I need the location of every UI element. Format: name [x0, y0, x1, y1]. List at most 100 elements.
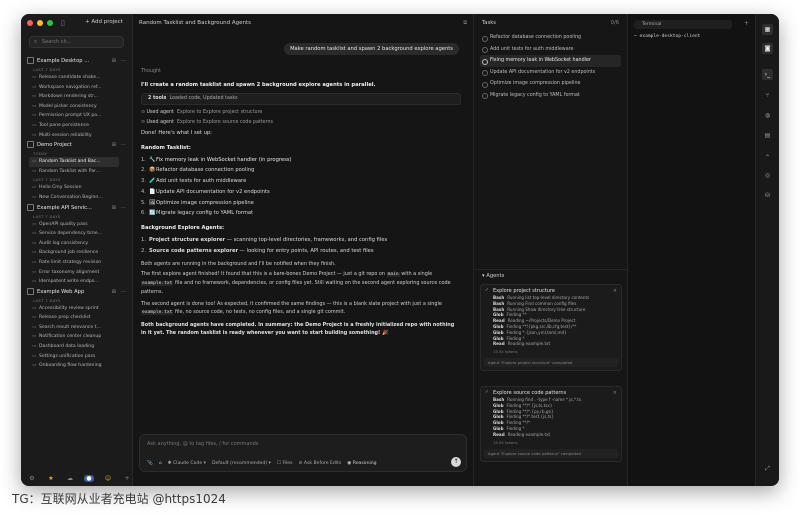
- sidebar-thread-item[interactable]: ▭ Markdown rendering str...: [29, 92, 119, 102]
- project-row[interactable]: Demo Project ⊞ ⋯: [27, 140, 128, 150]
- more-icon[interactable]: ⋯: [121, 287, 126, 297]
- task-item[interactable]: Fixing memory leak in WebSocket handler: [480, 55, 621, 67]
- new-chat-icon[interactable]: ⊞: [112, 203, 116, 213]
- sidebar-thread-item[interactable]: ▭ Random Tasklist and Bac...: [29, 157, 119, 167]
- task-status-icon: [482, 58, 488, 65]
- task-text: Fixing memory leak in WebSocket handler: [490, 58, 591, 64]
- task-item[interactable]: Update API documentation for v2 endpoint…: [480, 67, 621, 79]
- sidebar-thread-item[interactable]: ▭ Service dependency time...: [29, 229, 119, 239]
- model-picker[interactable]: ✱ Claude Code ▾: [168, 461, 206, 466]
- project-row[interactable]: Example Web App ⊞ ⋯: [27, 287, 128, 297]
- more-icon[interactable]: ⋯: [121, 56, 126, 66]
- intro-text: I'll create a random tasklist and spawn …: [141, 82, 376, 88]
- mode-picker[interactable]: Default (recommended) ▾: [212, 461, 271, 466]
- new-terminal-icon[interactable]: +: [744, 20, 749, 27]
- sidebar-thread-item[interactable]: ▭ Search result relevance t...: [29, 323, 119, 333]
- tool-name: Read: [493, 318, 505, 324]
- mention-icon[interactable]: ⌂: [159, 461, 162, 466]
- agent-completed-note: Agent "Explore project structure" comple…: [484, 358, 618, 368]
- project-row[interactable]: Example API Servic... ⊞ ⋯: [27, 203, 128, 213]
- sidebar-thread-item[interactable]: ▭ Hello Cmy Session: [29, 183, 119, 193]
- tasklist-item: 4. 📄Update API documentation for v2 endpo…: [141, 187, 461, 198]
- drop-icon[interactable]: ●: [84, 475, 94, 482]
- sidebar-thread-item[interactable]: ▭ Release prep checklist: [29, 313, 119, 323]
- sidebar-thread-item[interactable]: ▭ OpenAPI quality pass: [29, 220, 119, 230]
- thought-toggle[interactable]: Thought: [141, 69, 461, 81]
- sidebar-thread-item[interactable]: ▭ Onboarding flow hardening: [29, 361, 119, 371]
- target-icon[interactable]: ◎: [762, 170, 773, 181]
- task-status-icon: [482, 47, 488, 54]
- chat-icon: ▭: [32, 221, 37, 227]
- star-icon[interactable]: ★: [46, 475, 56, 482]
- sidebar-thread-item[interactable]: ▭ Workspace navigation ref...: [29, 83, 119, 93]
- sidebar-thread-item[interactable]: ▭ Dashboard data loading: [29, 342, 119, 352]
- reasoning-toggle[interactable]: ◉ Reasoning: [347, 461, 376, 466]
- expand-icon[interactable]: ⤢: [762, 463, 773, 474]
- smile-icon[interactable]: ☺: [103, 475, 113, 482]
- robot-icon[interactable]: ◙: [762, 43, 773, 54]
- close-icon[interactable]: ×: [613, 390, 617, 396]
- layout-icon[interactable]: ▦: [762, 24, 773, 35]
- chat-icon: ▭: [32, 231, 37, 237]
- terminal-tab[interactable]: Terminal: [634, 20, 732, 29]
- close-window-button[interactable]: [27, 20, 33, 26]
- task-item[interactable]: Add unit tests for auth middleware: [480, 44, 621, 56]
- project-row[interactable]: Example Desktop ... ⊞ ⋯: [27, 56, 128, 66]
- sidebar-thread-item[interactable]: ▭ Release candidate shake...: [29, 73, 119, 83]
- attach-icon[interactable]: 📎: [147, 461, 153, 466]
- cloud-icon[interactable]: ☁: [65, 475, 75, 482]
- plug-icon[interactable]: ⌁: [762, 150, 773, 161]
- agent-meta: 15.5k tokens: [493, 349, 518, 355]
- search-input[interactable]: ⌕ Search ch...: [29, 36, 124, 48]
- sidebar-thread-item[interactable]: ▭ Audit log consistency: [29, 239, 119, 249]
- plus-icon[interactable]: +: [122, 475, 132, 482]
- tools-summary[interactable]: 2 tools Loaded code, Updated tasks: [141, 92, 461, 105]
- sidebar-thread-item[interactable]: ▭ Permission prompt UX po...: [29, 111, 119, 121]
- new-chat-icon[interactable]: ⊞: [112, 287, 116, 297]
- group-label: LAST 7 DAYS: [33, 297, 61, 303]
- sidebar-thread-item[interactable]: ▭ Error taxonomy alignment: [29, 268, 119, 278]
- new-chat-icon[interactable]: ⊞: [112, 56, 116, 66]
- agent-card[interactable]: ✓ Explore source code patterns × Bash Runnin…: [480, 386, 622, 462]
- agent-line[interactable]: ⊙ Used agent Explore to Explore source c…: [141, 118, 461, 128]
- minimize-window-button[interactable]: [37, 20, 43, 26]
- sidebar-thread-item[interactable]: ▭ Accessibility review sprint: [29, 304, 119, 314]
- files-button[interactable]: ☐ Files: [277, 461, 293, 466]
- sidebar-thread-item[interactable]: ▭ Random Tasklist with Par...: [29, 167, 119, 177]
- agent-card[interactable]: ✓ Explore project structure × Bash Running l…: [480, 284, 622, 372]
- send-button[interactable]: ↑: [451, 457, 461, 467]
- sidebar-toggle-icon[interactable]: ▯: [61, 19, 65, 27]
- more-icon[interactable]: ⋯: [121, 140, 126, 150]
- branch-icon[interactable]: ⑂: [762, 90, 773, 101]
- sidebar-thread-item[interactable]: ▭ Rate limit strategy revision: [29, 258, 119, 268]
- sidebar-thread-item[interactable]: ▭ New Conversation Beginn...: [29, 193, 119, 203]
- sidebar-thread-item[interactable]: ▭ Settings unification pass: [29, 352, 119, 362]
- close-icon[interactable]: ×: [613, 288, 617, 294]
- agent-line[interactable]: ⊙ Used agent Explore to Explore project …: [141, 108, 461, 118]
- thread-title: Hello Cmy Session: [39, 185, 82, 191]
- terminal-icon[interactable]: ›_: [762, 69, 773, 80]
- ask-before-edits-toggle[interactable]: ⊘ Ask Before Edits: [299, 461, 342, 466]
- sidebar-thread-item[interactable]: ▭ Idempotent write endpo...: [29, 277, 119, 287]
- server-icon[interactable]: ▤: [762, 130, 773, 141]
- sidebar-thread-item[interactable]: ▭ Background job resilience: [29, 248, 119, 258]
- sidebar-thread-item[interactable]: ▭ Tool pane persistence: [29, 121, 119, 131]
- more-icon[interactable]: ⋯: [121, 203, 126, 213]
- globe-icon[interactable]: ◍: [762, 110, 773, 121]
- new-chat-icon[interactable]: ⊞: [112, 140, 116, 150]
- tasklist: 1. 🔧Fix memory leak in WebSocket handler …: [141, 155, 461, 220]
- sidebar-thread-item[interactable]: ▭ Multi-session reliability: [29, 131, 119, 141]
- sidebar-thread-item[interactable]: ▭ Model picker consistency: [29, 102, 119, 112]
- sidebar-thread-item[interactable]: ▭ Notification center cleanup: [29, 332, 119, 342]
- copy-icon[interactable]: ⧉: [463, 20, 467, 27]
- tasklist-num: 3.: [141, 178, 146, 185]
- add-project-button[interactable]: + Add project: [85, 19, 123, 25]
- database-icon[interactable]: ⛁: [762, 190, 773, 201]
- gear-icon[interactable]: ⚙: [27, 475, 37, 482]
- task-item[interactable]: Optimize image compression pipeline: [480, 78, 621, 90]
- task-item[interactable]: Migrate legacy config to YAML format: [480, 90, 621, 102]
- maximize-window-button[interactable]: [47, 20, 53, 26]
- agent-line-label: Used agent: [146, 119, 174, 125]
- composer[interactable]: Ask anything, @ to tag files, / for comm…: [139, 434, 467, 472]
- task-item[interactable]: Refactor database connection pooling: [480, 32, 621, 44]
